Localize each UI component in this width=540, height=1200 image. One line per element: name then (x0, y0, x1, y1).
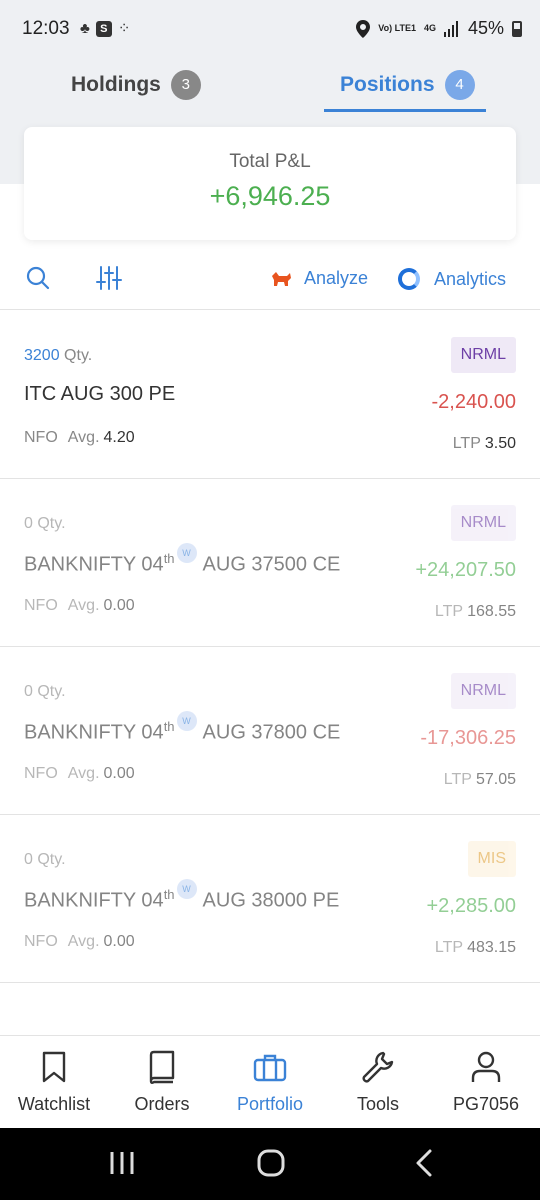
positions-toolbar: Analyze Analytics (0, 256, 540, 310)
nav-watchlist[interactable]: Watchlist (0, 1050, 108, 1115)
tab-positions[interactable]: Positions 4 (340, 58, 475, 112)
signal-icon (443, 20, 458, 37)
position-qty: 0 Qty. (24, 515, 66, 532)
location-icon (356, 19, 371, 38)
weekly-badge: W (176, 879, 197, 899)
position-row[interactable]: 3200 Qty. ITC AUG 300 PE NFO Avg. 4.20 NRM… (0, 311, 540, 479)
product-badge: NRML (450, 337, 516, 373)
position-ltp: LTP 57.05 (443, 771, 516, 788)
position-row[interactable]: 0 Qty. BANKNIFTY 04th WAUG 37800 CE NFO Av… (0, 647, 540, 815)
position-pnl: +2,285.00 (426, 895, 516, 917)
position-meta: NFO Avg. 0.00 (24, 597, 135, 614)
position-meta: NFO Avg. 4.20 (24, 429, 135, 446)
app-notification-icon: S (95, 21, 112, 37)
total-pnl-label: Total P&L (229, 151, 311, 172)
home-icon[interactable] (256, 1148, 286, 1178)
position-row[interactable]: 0 Qty. BANKNIFTY 04th WAUG 37500 CE NFO Av… (0, 479, 540, 647)
filter-icon[interactable] (95, 264, 123, 292)
holdings-count-badge: 3 (170, 70, 201, 100)
product-badge: NRML (450, 505, 516, 541)
positions-count-badge: 4 (444, 70, 475, 100)
nav-profile[interactable]: PG7056 (432, 1050, 540, 1115)
position-qty: 0 Qty. (24, 683, 66, 700)
bookmark-icon (42, 1051, 66, 1083)
nav-portfolio[interactable]: Portfolio (216, 1050, 324, 1115)
nav-watchlist-label: Watchlist (17, 1094, 91, 1114)
analyze-button[interactable]: Analyze (270, 268, 368, 289)
position-pnl: -2,240.00 (431, 391, 516, 413)
recents-icon[interactable] (108, 1148, 136, 1178)
nav-portfolio-label: Portfolio (236, 1094, 304, 1114)
tab-holdings[interactable]: Holdings 3 (71, 58, 201, 112)
nav-orders[interactable]: Orders (108, 1050, 216, 1115)
analytics-icon (398, 268, 420, 290)
position-ltp: LTP 483.15 (434, 939, 516, 956)
position-meta: NFO Avg. 0.00 (24, 933, 135, 950)
position-meta: NFO Avg. 0.00 (24, 765, 135, 782)
analyze-label: Analyze (304, 268, 369, 288)
product-badge: MIS (467, 841, 516, 877)
nav-tools[interactable]: Tools (324, 1050, 432, 1115)
nav-profile-label: PG7056 (452, 1094, 520, 1114)
book-icon (149, 1050, 175, 1084)
position-row[interactable]: 0 Qty. BANKNIFTY 04th WAUG 38000 PE NFO Av… (0, 815, 540, 983)
tab-holdings-label: Holdings (71, 73, 161, 96)
total-pnl-card: Total P&L +6,946.25 (24, 127, 516, 240)
position-symbol: BANKNIFTY 04th WAUG 37500 CE (24, 543, 340, 577)
position-qty: 0 Qty. (24, 851, 66, 868)
weekly-badge: W (176, 711, 197, 731)
active-tab-indicator (324, 109, 486, 112)
position-pnl: -17,306.25 (420, 727, 516, 749)
position-qty: 3200 Qty. (24, 347, 93, 364)
status-time: 12:03 (22, 18, 70, 39)
wrench-icon (362, 1051, 394, 1083)
weekly-badge: W (176, 543, 197, 563)
search-icon[interactable] (24, 264, 52, 292)
bottom-navigation: Watchlist Orders Portfolio Tools PG7056 (0, 1035, 540, 1128)
user-icon (471, 1051, 501, 1082)
notification-icon: ♣ (80, 20, 90, 37)
nav-orders-label: Orders (134, 1094, 190, 1114)
analytics-button[interactable]: Analytics (398, 268, 506, 290)
status-right: Vo) LTE1 4G 45% (356, 18, 522, 39)
position-symbol: BANKNIFTY 04th WAUG 37800 CE (24, 711, 340, 745)
position-ltp: LTP 3.50 (452, 435, 516, 452)
grid-notification-icon: ⁘ (117, 20, 131, 37)
network-label: Vo) LTE1 (378, 23, 416, 33)
nav-tools-label: Tools (356, 1094, 400, 1114)
product-badge: NRML (450, 673, 516, 709)
system-navigation-bar (0, 1128, 540, 1200)
briefcase-icon (253, 1054, 287, 1082)
tab-positions-label: Positions (340, 73, 435, 96)
network-type: 4G (423, 23, 436, 33)
position-symbol: ITC AUG 300 PE (24, 383, 176, 405)
back-icon[interactable] (412, 1148, 436, 1178)
battery-icon (512, 20, 522, 37)
analytics-label: Analytics (434, 268, 507, 289)
bull-icon (272, 271, 291, 286)
position-ltp: LTP 168.55 (434, 603, 516, 620)
position-pnl: +24,207.50 (415, 559, 516, 581)
status-bar: 12:03 ♣ S ⁘ Vo) LTE1 4G 45% (0, 0, 540, 58)
total-pnl-value: +6,946.25 (209, 181, 331, 211)
notification-icons: ♣ S ⁘ (80, 20, 130, 38)
battery-percent: 45% (467, 18, 504, 38)
position-symbol: BANKNIFTY 04th WAUG 38000 PE (24, 879, 339, 913)
